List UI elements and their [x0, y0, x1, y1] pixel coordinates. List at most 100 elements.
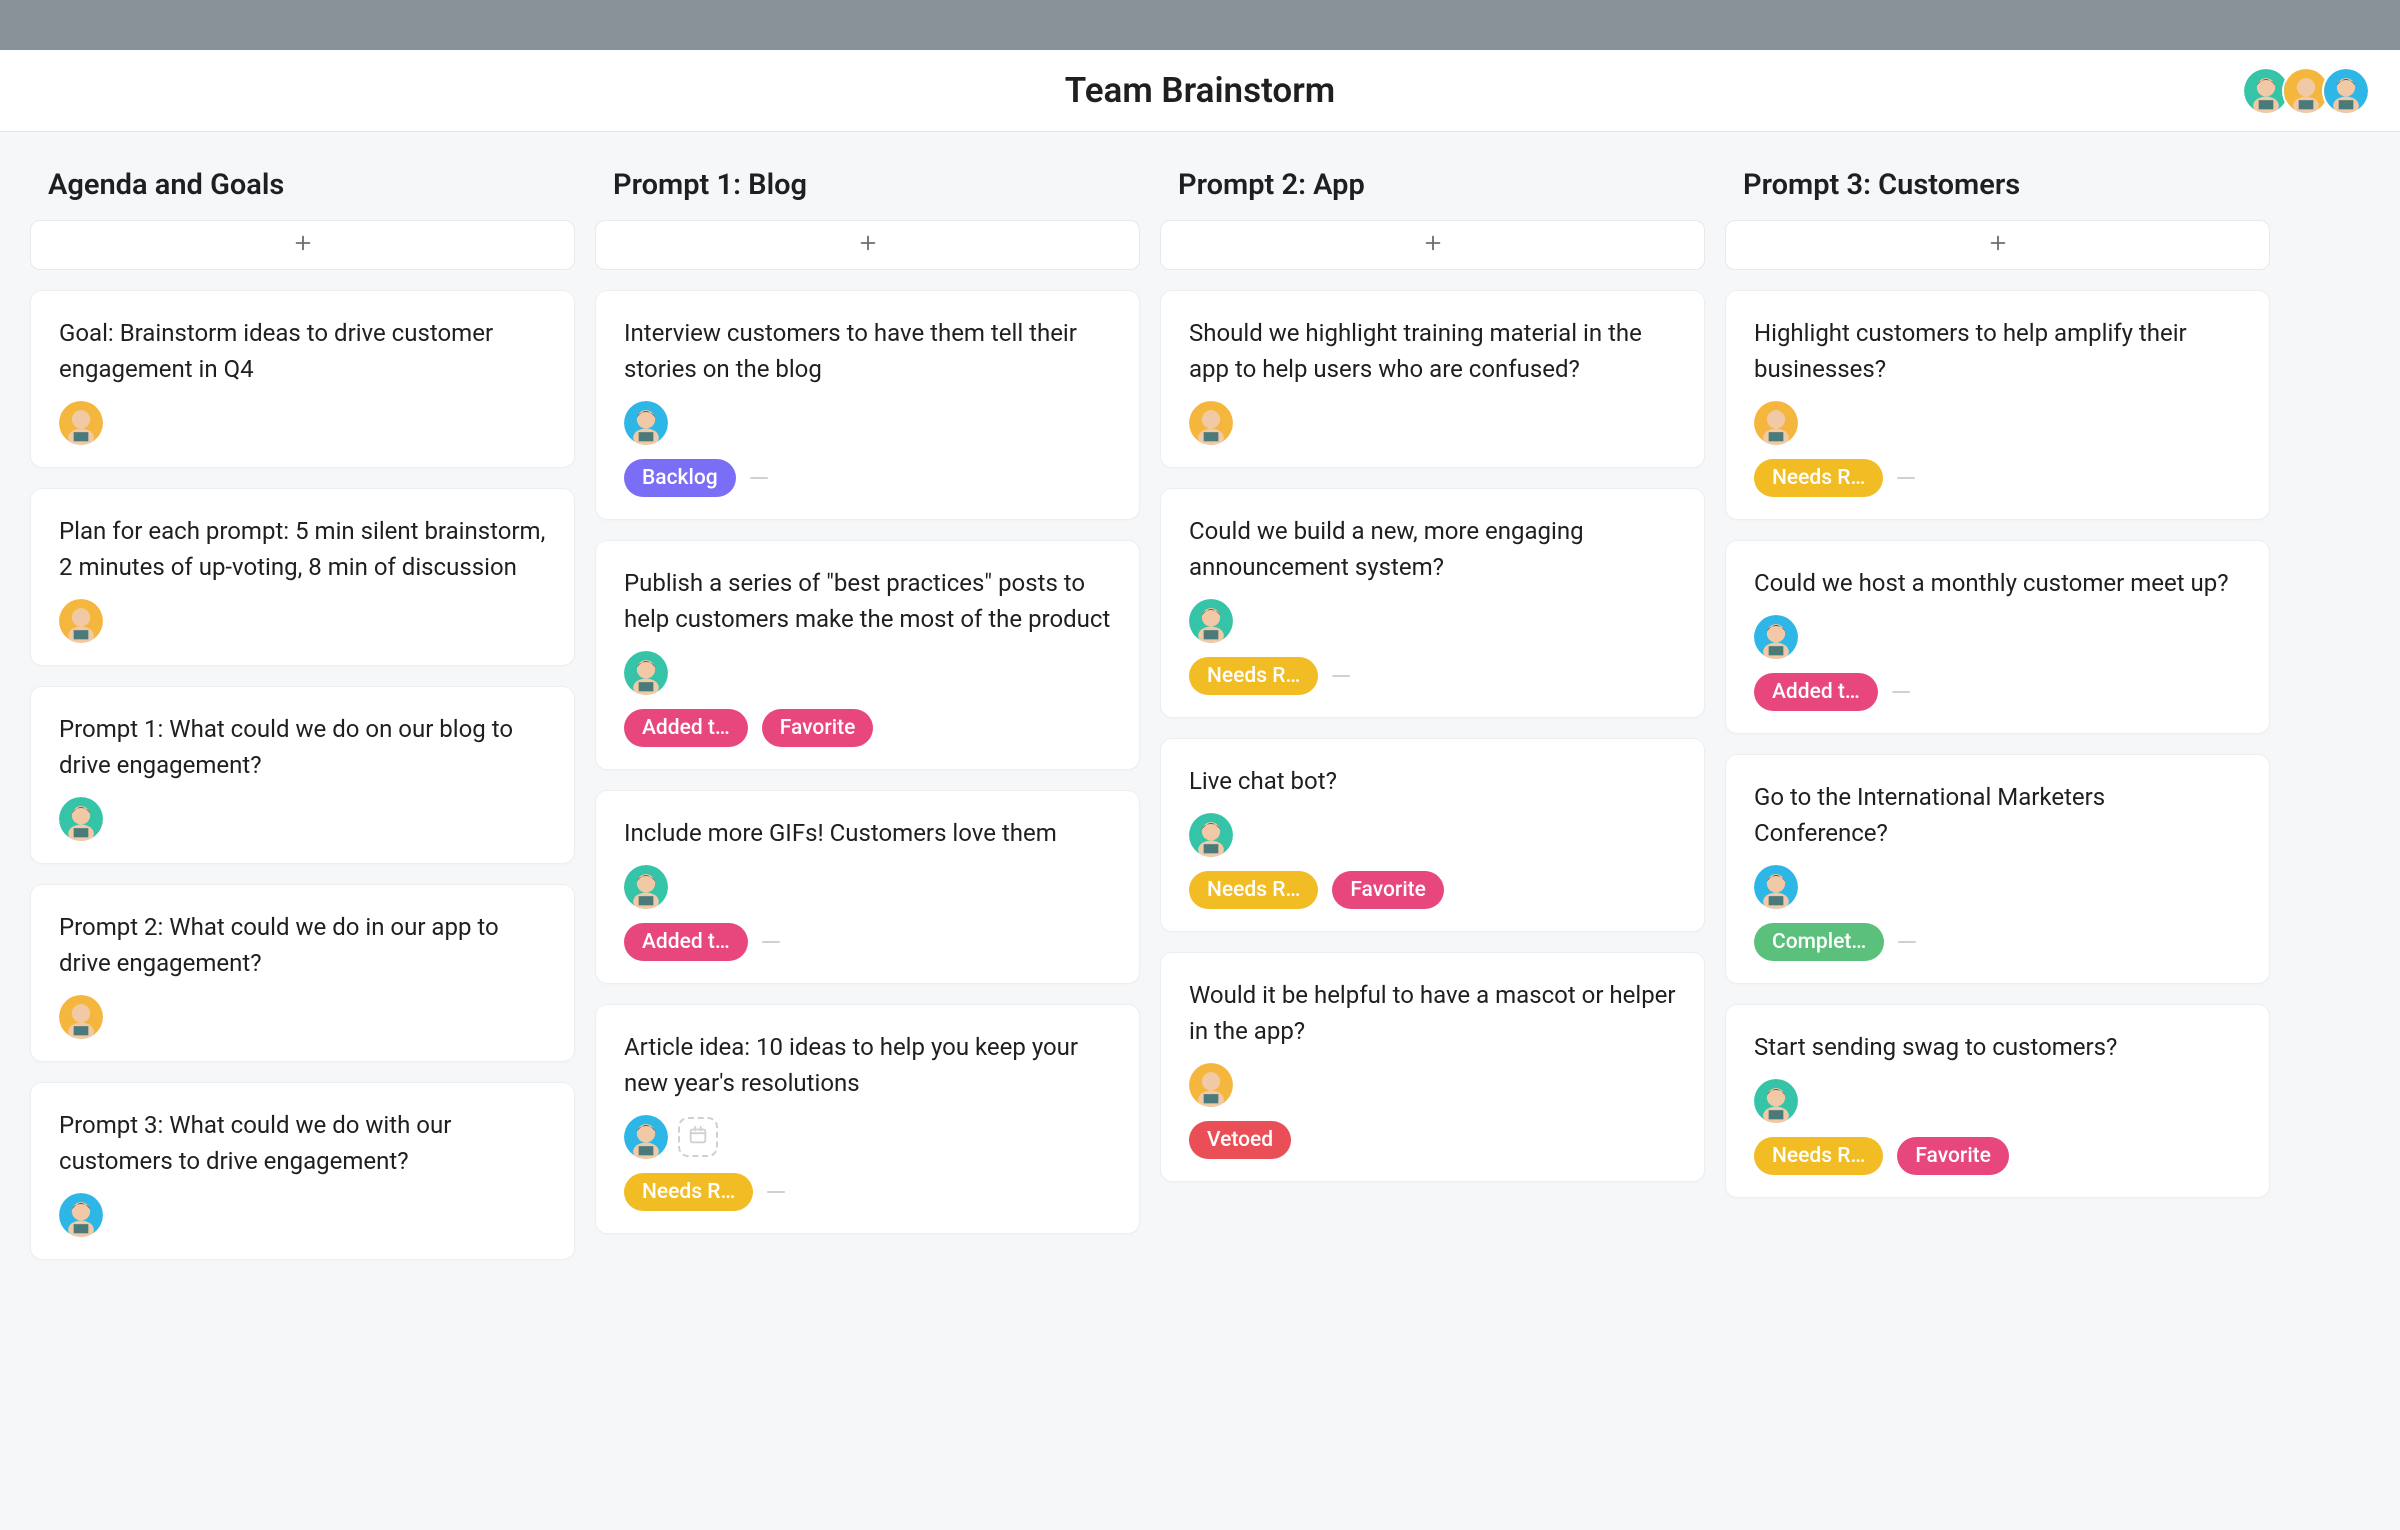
- task-card[interactable]: Could we host a monthly customer meet up…: [1725, 540, 2270, 734]
- task-card[interactable]: Prompt 3: What could we do with our cust…: [30, 1082, 575, 1260]
- board-column: Prompt 1: Blog Interview customers to hav…: [595, 162, 1140, 1254]
- card-tag[interactable]: Vetoed: [1189, 1121, 1291, 1159]
- column-title[interactable]: Prompt 2: App: [1160, 162, 1705, 220]
- assignee-avatar[interactable]: [1754, 401, 1798, 445]
- task-card[interactable]: Could we build a new, more engaging anno…: [1160, 488, 1705, 718]
- card-meta: [624, 651, 1111, 695]
- card-text: Plan for each prompt: 5 min silent brain…: [59, 513, 546, 585]
- add-tag-placeholder[interactable]: [762, 941, 780, 943]
- assignee-avatar[interactable]: [1754, 615, 1798, 659]
- column-title[interactable]: Prompt 1: Blog: [595, 162, 1140, 220]
- add-card-button[interactable]: [30, 220, 575, 270]
- task-card[interactable]: Would it be helpful to have a mascot or …: [1160, 952, 1705, 1182]
- add-tag-placeholder[interactable]: [767, 1191, 785, 1193]
- card-text: Interview customers to have them tell th…: [624, 315, 1111, 387]
- card-meta: [1754, 615, 2241, 659]
- card-tag[interactable]: Favorite: [1897, 1137, 2009, 1175]
- plus-icon: [1987, 232, 2009, 258]
- plus-icon: [292, 232, 314, 258]
- card-tags: Needs R…: [1754, 459, 2241, 497]
- card-text: Prompt 2: What could we do in our app to…: [59, 909, 546, 981]
- task-card[interactable]: Plan for each prompt: 5 min silent brain…: [30, 488, 575, 666]
- card-meta: [1754, 401, 2241, 445]
- card-text: Prompt 1: What could we do on our blog t…: [59, 711, 546, 783]
- assignee-avatar[interactable]: [624, 401, 668, 445]
- card-tag[interactable]: Added t…: [1754, 673, 1878, 711]
- card-meta: [624, 865, 1111, 909]
- assignee-avatar[interactable]: [624, 651, 668, 695]
- assignee-avatar[interactable]: [59, 995, 103, 1039]
- card-meta: [1189, 1063, 1676, 1107]
- add-card-button[interactable]: [1725, 220, 2270, 270]
- card-meta: [59, 995, 546, 1039]
- task-card[interactable]: Start sending swag to customers? Needs R…: [1725, 1004, 2270, 1198]
- board-members[interactable]: [2250, 67, 2370, 115]
- card-tag[interactable]: Favorite: [1332, 871, 1444, 909]
- card-tags: Complet…: [1754, 923, 2241, 961]
- add-tag-placeholder[interactable]: [1897, 477, 1915, 479]
- add-card-button[interactable]: [595, 220, 1140, 270]
- task-card[interactable]: Publish a series of "best practices" pos…: [595, 540, 1140, 770]
- card-meta: [59, 1193, 546, 1237]
- card-tag[interactable]: Complet…: [1754, 923, 1884, 961]
- task-card[interactable]: Article idea: 10 ideas to help you keep …: [595, 1004, 1140, 1234]
- card-text: Go to the International Marketers Confer…: [1754, 779, 2241, 851]
- card-tag[interactable]: Backlog: [624, 459, 736, 497]
- assignee-avatar[interactable]: [1189, 1063, 1233, 1107]
- card-text: Include more GIFs! Customers love them: [624, 815, 1111, 851]
- card-text: Would it be helpful to have a mascot or …: [1189, 977, 1676, 1049]
- card-meta: [624, 401, 1111, 445]
- add-tag-placeholder[interactable]: [750, 477, 768, 479]
- column-title[interactable]: Prompt 3: Customers: [1725, 162, 2270, 220]
- card-text: Goal: Brainstorm ideas to drive customer…: [59, 315, 546, 387]
- assignee-avatar[interactable]: [59, 599, 103, 643]
- assignee-avatar[interactable]: [59, 401, 103, 445]
- task-card[interactable]: Go to the International Marketers Confer…: [1725, 754, 2270, 984]
- card-text: Start sending swag to customers?: [1754, 1029, 2241, 1065]
- task-card[interactable]: Live chat bot? Needs R…Favorite: [1160, 738, 1705, 932]
- card-tags: Added t…: [624, 923, 1111, 961]
- card-tag[interactable]: Added t…: [624, 923, 748, 961]
- card-tag[interactable]: Needs R…: [1754, 1137, 1883, 1175]
- card-tag[interactable]: Needs R…: [1754, 459, 1883, 497]
- assignee-avatar[interactable]: [1189, 813, 1233, 857]
- task-card[interactable]: Interview customers to have them tell th…: [595, 290, 1140, 520]
- add-card-button[interactable]: [1160, 220, 1705, 270]
- card-tags: Needs R…: [624, 1173, 1111, 1211]
- assignee-avatar[interactable]: [624, 1115, 668, 1159]
- card-tag[interactable]: Needs R…: [624, 1173, 753, 1211]
- board-title: Team Brainstorm: [1065, 70, 1335, 111]
- board-header: Team Brainstorm: [0, 50, 2400, 132]
- card-meta: [59, 599, 546, 643]
- column-title[interactable]: Agenda and Goals: [30, 162, 575, 220]
- board-column: Prompt 2: App Should we highlight trainin…: [1160, 162, 1705, 1202]
- due-date-chip[interactable]: [678, 1117, 718, 1157]
- assignee-avatar[interactable]: [1754, 865, 1798, 909]
- member-avatar[interactable]: [2322, 67, 2370, 115]
- add-tag-placeholder[interactable]: [1898, 941, 1916, 943]
- task-card[interactable]: Include more GIFs! Customers love them A…: [595, 790, 1140, 984]
- card-meta: [59, 797, 546, 841]
- card-tag[interactable]: Added t…: [624, 709, 748, 747]
- plus-icon: [1422, 232, 1444, 258]
- card-tag[interactable]: Needs R…: [1189, 657, 1318, 695]
- assignee-avatar[interactable]: [624, 865, 668, 909]
- add-tag-placeholder[interactable]: [1332, 675, 1350, 677]
- assignee-avatar[interactable]: [1189, 599, 1233, 643]
- assignee-avatar[interactable]: [59, 797, 103, 841]
- assignee-avatar[interactable]: [1189, 401, 1233, 445]
- task-card[interactable]: Prompt 1: What could we do on our blog t…: [30, 686, 575, 864]
- card-tag[interactable]: Needs R…: [1189, 871, 1318, 909]
- assignee-avatar[interactable]: [1754, 1079, 1798, 1123]
- card-meta: [1189, 599, 1676, 643]
- card-tags: Needs R…: [1189, 657, 1676, 695]
- assignee-avatar[interactable]: [59, 1193, 103, 1237]
- task-card[interactable]: Goal: Brainstorm ideas to drive customer…: [30, 290, 575, 468]
- task-card[interactable]: Highlight customers to help amplify thei…: [1725, 290, 2270, 520]
- card-tag[interactable]: Favorite: [762, 709, 874, 747]
- board-column: Agenda and Goals Goal: Brainstorm ideas t…: [30, 162, 575, 1280]
- task-card[interactable]: Prompt 2: What could we do in our app to…: [30, 884, 575, 1062]
- card-text: Article idea: 10 ideas to help you keep …: [624, 1029, 1111, 1101]
- task-card[interactable]: Should we highlight training material in…: [1160, 290, 1705, 468]
- add-tag-placeholder[interactable]: [1892, 691, 1910, 693]
